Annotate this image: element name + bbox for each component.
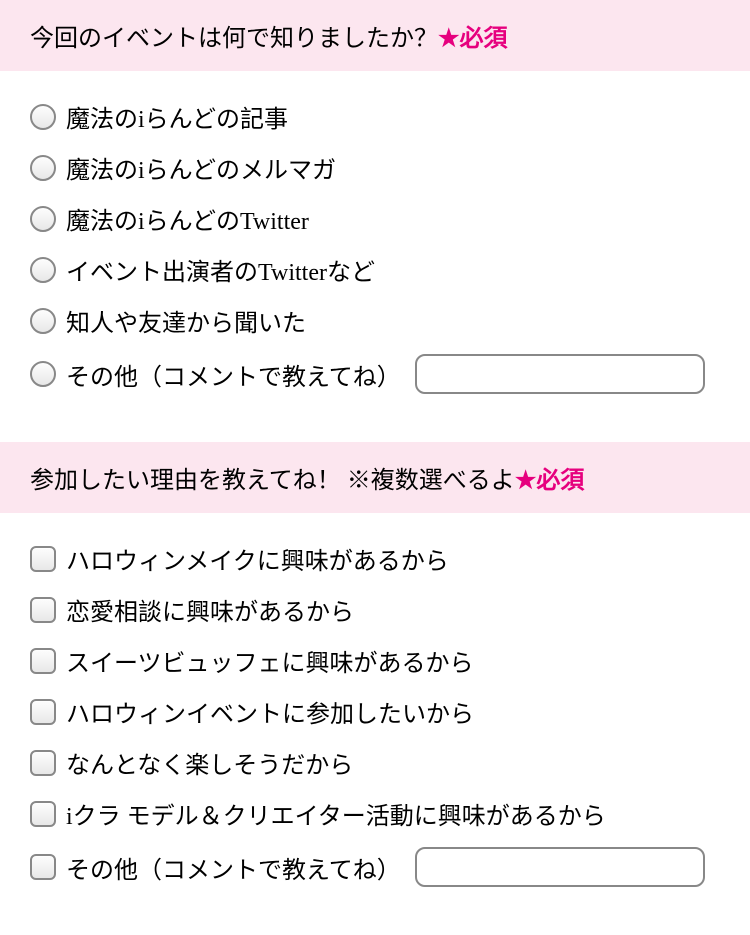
radio-button[interactable] bbox=[30, 361, 56, 387]
required-badge: ★必須 bbox=[438, 26, 508, 52]
option-label: 魔法のiらんどのTwitter bbox=[66, 201, 309, 236]
q1-header: 今回のイベントは何で知りましたか？★必須 bbox=[0, 0, 750, 71]
checkbox[interactable] bbox=[30, 750, 56, 776]
option-label: スイーツビュッフェに興味があるから bbox=[66, 643, 474, 678]
checkbox[interactable] bbox=[30, 854, 56, 880]
radio-button[interactable] bbox=[30, 104, 56, 130]
radio-button[interactable] bbox=[30, 155, 56, 181]
q2-option[interactable]: ハロウィンイベントに参加したいから bbox=[30, 686, 720, 737]
option-label: なんとなく楽しそうだから bbox=[66, 745, 353, 780]
q1-option[interactable]: 魔法のiらんどの記事 bbox=[30, 91, 720, 142]
q2-options: ハロウィンメイクに興味があるから 恋愛相談に興味があるから スイーツビュッフェに… bbox=[0, 513, 750, 935]
radio-button[interactable] bbox=[30, 308, 56, 334]
required-badge: ★必須 bbox=[515, 468, 585, 494]
q2-option[interactable]: ハロウィンメイクに興味があるから bbox=[30, 533, 720, 584]
q1-options: 魔法のiらんどの記事 魔法のiらんどのメルマガ 魔法のiらんどのTwitter … bbox=[0, 71, 750, 442]
checkbox[interactable] bbox=[30, 699, 56, 725]
q1-option[interactable]: 魔法のiらんどのTwitter bbox=[30, 193, 720, 244]
q1-option[interactable]: イベント出演者のTwitterなど bbox=[30, 244, 720, 295]
option-label: ハロウィンメイクに興味があるから bbox=[66, 541, 449, 576]
option-label: イベント出演者のTwitterなど bbox=[66, 252, 375, 287]
q2-option[interactable]: 恋愛相談に興味があるから bbox=[30, 584, 720, 635]
q2-title: 参加したい理由を教えてね！ ※複数選べるよ bbox=[30, 468, 515, 494]
option-label: 恋愛相談に興味があるから bbox=[66, 592, 354, 627]
radio-button[interactable] bbox=[30, 257, 56, 283]
option-label: ハロウィンイベントに参加したいから bbox=[66, 694, 474, 729]
checkbox[interactable] bbox=[30, 546, 56, 572]
checkbox[interactable] bbox=[30, 648, 56, 674]
checkbox[interactable] bbox=[30, 597, 56, 623]
option-label: 知人や友達から聞いた bbox=[66, 303, 306, 338]
radio-button[interactable] bbox=[30, 206, 56, 232]
q1-other-input[interactable] bbox=[415, 354, 705, 394]
q1-option-other[interactable]: その他（コメントで教えてね） bbox=[30, 346, 720, 402]
option-label: その他（コメントで教えてね） bbox=[66, 357, 401, 392]
option-label: iクラ モデル＆クリエイター活動に興味があるから bbox=[66, 796, 606, 831]
q2-option[interactable]: iクラ モデル＆クリエイター活動に興味があるから bbox=[30, 788, 720, 839]
checkbox[interactable] bbox=[30, 801, 56, 827]
q2-option-other[interactable]: その他（コメントで教えてね） bbox=[30, 839, 720, 895]
q1-option[interactable]: 魔法のiらんどのメルマガ bbox=[30, 142, 720, 193]
option-label: 魔法のiらんどのメルマガ bbox=[66, 150, 336, 185]
q2-option[interactable]: スイーツビュッフェに興味があるから bbox=[30, 635, 720, 686]
option-label: 魔法のiらんどの記事 bbox=[66, 99, 288, 134]
option-label: その他（コメントで教えてね） bbox=[66, 850, 401, 885]
q1-option[interactable]: 知人や友達から聞いた bbox=[30, 295, 720, 346]
q2-option[interactable]: なんとなく楽しそうだから bbox=[30, 737, 720, 788]
q2-other-input[interactable] bbox=[415, 847, 705, 887]
q1-title: 今回のイベントは何で知りましたか？ bbox=[30, 26, 438, 52]
q2-header: 参加したい理由を教えてね！ ※複数選べるよ★必須 bbox=[0, 442, 750, 513]
